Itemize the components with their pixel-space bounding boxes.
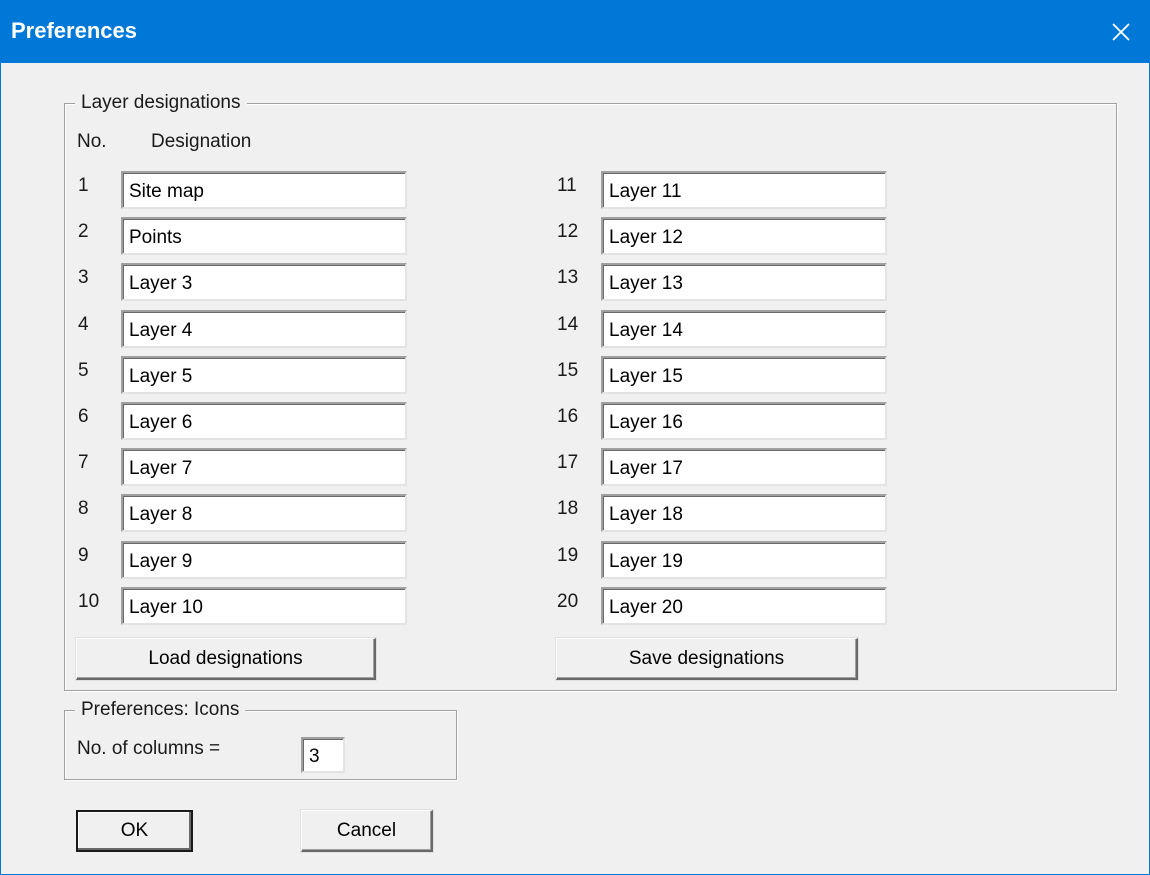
- layer-designation-input[interactable]: Layer 16: [601, 402, 887, 440]
- layer-number: 14: [557, 313, 579, 335]
- layer-designation-input[interactable]: Layer 13: [601, 263, 887, 302]
- layer-number: 11: [557, 175, 577, 196]
- layer-number: 17: [557, 452, 579, 474]
- layer-number: 4: [78, 313, 89, 335]
- save-designations-button[interactable]: Save designations: [556, 638, 858, 680]
- columns-input[interactable]: 3: [301, 737, 345, 773]
- layer-number: 15: [557, 359, 579, 381]
- layer-designation-input[interactable]: Layer 8: [121, 494, 407, 533]
- layer-number: 7: [78, 452, 89, 474]
- columns-label: No. of columns =: [77, 738, 221, 759]
- layer-number: 5: [78, 359, 89, 381]
- layer-designation-input[interactable]: Layer 9: [121, 540, 407, 579]
- close-button[interactable]: [1093, 1, 1149, 63]
- column-header-designation: Designation: [151, 131, 252, 152]
- layer-designations-label: Layer designations: [75, 90, 247, 116]
- layer-designation-input[interactable]: Layer 4: [121, 309, 407, 348]
- layer-number: 16: [557, 406, 579, 427]
- layer-designation-input[interactable]: Layer 14: [601, 309, 887, 348]
- layer-number: 12: [557, 221, 579, 243]
- layer-designation-input[interactable]: Layer 15: [601, 355, 887, 394]
- layer-number: 9: [78, 544, 89, 566]
- layer-designation-input[interactable]: Layer 12: [601, 217, 887, 256]
- ok-button[interactable]: OK: [76, 810, 193, 852]
- window-title: Preferences: [11, 18, 137, 43]
- layer-designation-input[interactable]: Layer 6: [121, 402, 407, 440]
- layer-designation-input[interactable]: Layer 17: [601, 448, 887, 487]
- layer-designation-input[interactable]: Layer 3: [121, 263, 407, 302]
- layer-designation-input[interactable]: Layer 20: [601, 586, 887, 625]
- layer-designation-input[interactable]: Points: [121, 217, 407, 256]
- layer-number: 18: [557, 498, 579, 520]
- cancel-button[interactable]: Cancel: [301, 810, 433, 852]
- layer-designation-input[interactable]: Layer 19: [601, 540, 887, 579]
- layer-designation-input[interactable]: Layer 10: [121, 586, 407, 625]
- column-header-no: No.: [77, 131, 107, 152]
- title-bar[interactable]: Preferences: [1, 1, 1149, 63]
- preferences-dialog: Preferences Layer designations No. Desig…: [0, 0, 1150, 875]
- layer-number: 3: [78, 267, 89, 289]
- layer-number: 2: [78, 221, 89, 243]
- layer-number: 8: [78, 498, 89, 520]
- layer-designation-input[interactable]: Layer 18: [601, 494, 887, 533]
- load-designations-button[interactable]: Load designations: [76, 638, 376, 680]
- layer-designation-input[interactable]: Layer 11: [601, 171, 887, 209]
- icons-preferences-label: Preferences: Icons: [75, 697, 246, 723]
- layer-number: 19: [557, 544, 579, 566]
- layer-number: 10: [78, 590, 100, 612]
- layer-number: 20: [557, 590, 579, 612]
- layer-designation-input[interactable]: Layer 5: [121, 355, 407, 394]
- layer-designation-input[interactable]: Layer 7: [121, 448, 407, 487]
- layer-designation-input[interactable]: Site map: [121, 171, 407, 209]
- layer-number: 6: [78, 406, 89, 427]
- layer-number: 13: [557, 267, 579, 289]
- layer-number: 1: [78, 175, 89, 196]
- close-icon: [1112, 23, 1130, 41]
